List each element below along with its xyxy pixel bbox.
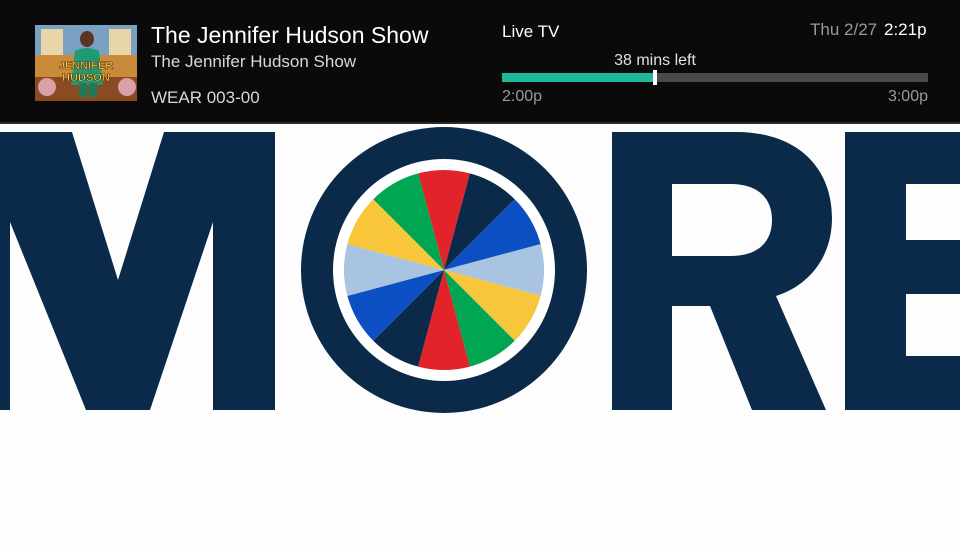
more-promo-art [0,127,960,413]
source-label: Live TV [502,22,560,41]
episode-title: The Jennifer Hudson Show [151,52,357,71]
program-info-bar: JENNIFER HUDSON The Jennifer Hudson Show… [0,0,960,124]
thumbnail-image: JENNIFER HUDSON [35,25,137,101]
program-end-time: 3:00p [887,88,928,105]
channel-label: WEAR 003-00 [151,88,260,107]
thumbnail-logo-line2: HUDSON [62,72,110,84]
time-remaining-label: 38 mins left [614,52,696,69]
current-date: Thu 2/27 [810,20,878,39]
current-time: 2:21p [884,20,927,39]
playback-progress-fill [502,73,656,82]
program-start-time: 2:00p [502,88,543,105]
promo-letter-r [612,132,832,410]
promo-graphic [0,124,960,540]
thumbnail-logo-line1: JENNIFER [59,60,113,72]
playback-position-handle[interactable] [653,70,658,85]
playback-progress-bar[interactable] [502,70,928,85]
promo-letter-m [0,132,275,410]
program-thumbnail: JENNIFER HUDSON [35,25,137,101]
promo-letter-e [845,132,960,410]
program-title: The Jennifer Hudson Show [151,22,429,48]
wheel-of-fortune-icon [344,170,544,370]
